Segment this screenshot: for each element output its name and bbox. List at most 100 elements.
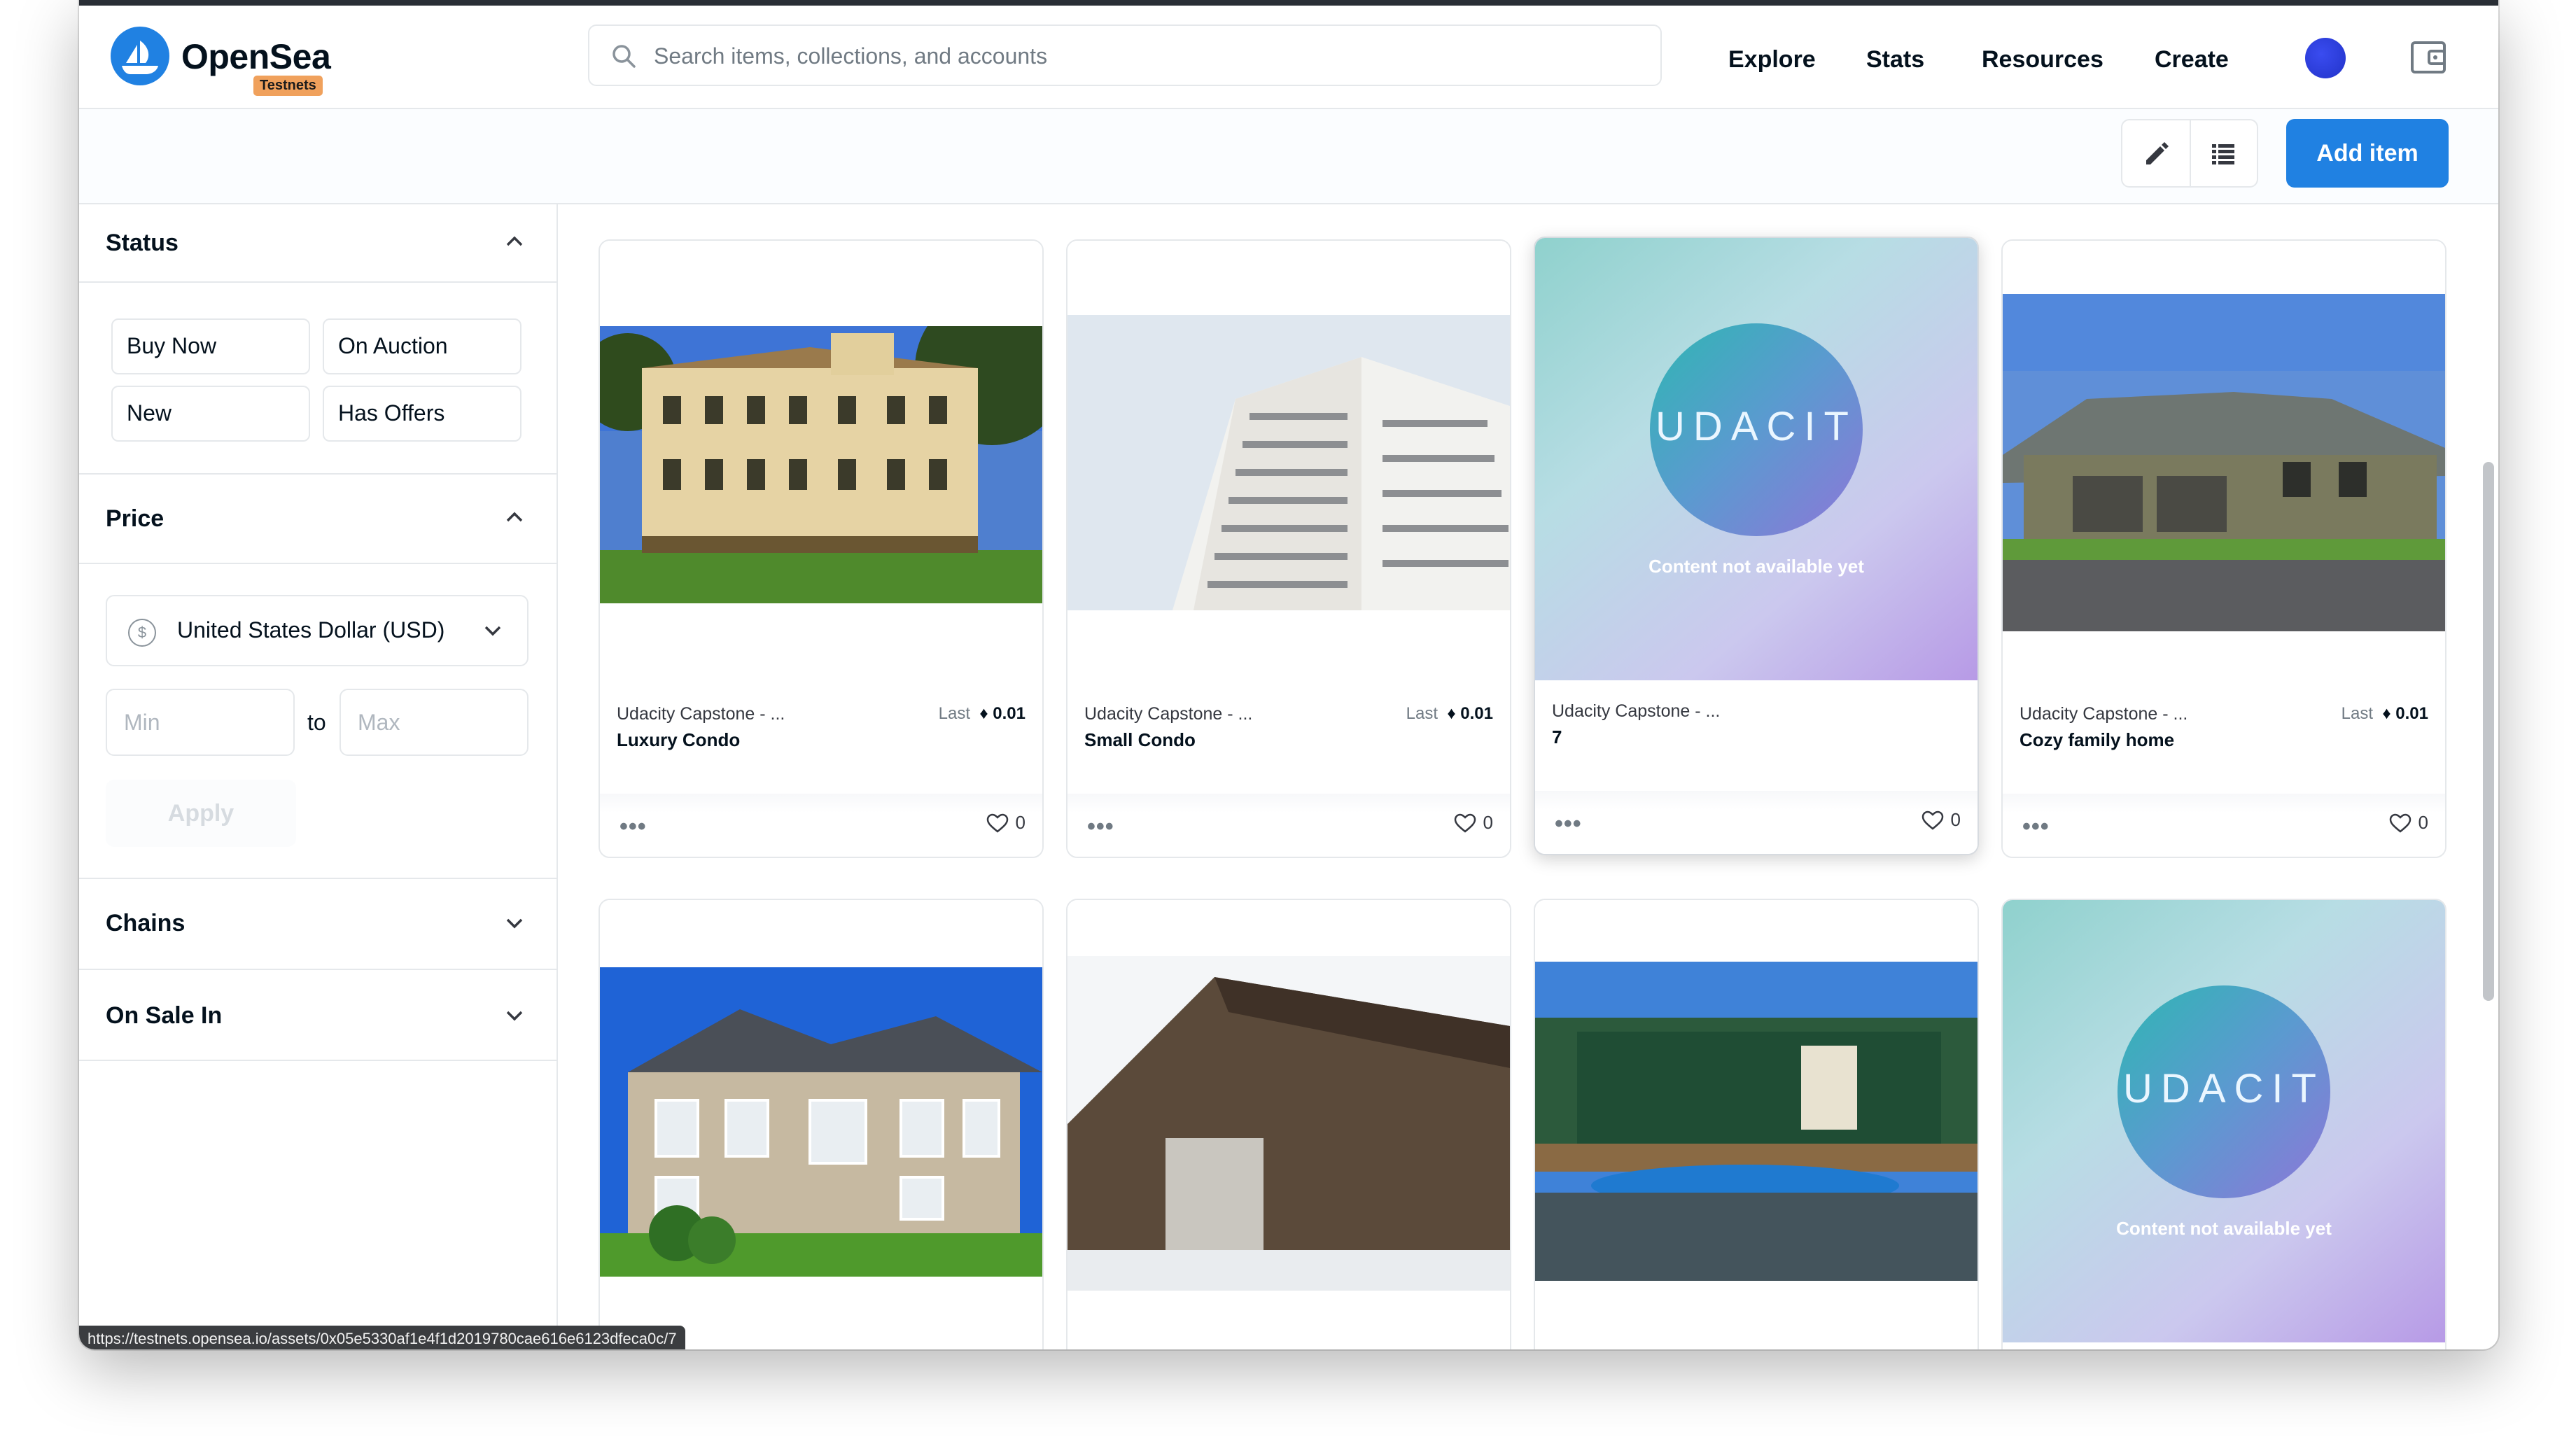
edit-button[interactable]	[2122, 120, 2191, 186]
testnets-badge: Testnets	[253, 76, 323, 96]
chains-section-header[interactable]: Chains	[79, 879, 556, 970]
wallet-icon[interactable]	[2410, 41, 2448, 79]
price-value: 0.01	[1460, 704, 1493, 723]
more-options-icon[interactable]: •••	[2022, 813, 2050, 841]
asset-card[interactable]	[1534, 899, 1979, 1349]
currency-label: United States Dollar (USD)	[177, 617, 445, 643]
chevron-up-icon	[506, 512, 523, 522]
udacity-logo-text: UDACIT	[2123, 1066, 2325, 1111]
price-to-label: to	[307, 710, 326, 735]
like-count: 0	[1950, 809, 1961, 830]
price-section-header[interactable]: Price	[79, 475, 556, 564]
asset-card[interactable]	[598, 899, 1044, 1349]
asset-card[interactable]: Udacity Capstone - ... Luxury Condo Last…	[598, 239, 1044, 858]
collection-toolbar: Add item	[79, 109, 2498, 204]
view-toggle-group	[2121, 119, 2258, 188]
price-value: 0.01	[2395, 704, 2428, 723]
window-top-strip	[79, 0, 2498, 6]
search-input[interactable]	[652, 26, 1635, 86]
content-unavailable-text: Content not available yet	[1648, 556, 1864, 577]
nav-resources[interactable]: Resources	[1982, 46, 2104, 73]
price-max-input[interactable]	[340, 689, 528, 756]
brand-name[interactable]: OpenSea	[181, 36, 331, 77]
card-footer: ••• 0	[600, 794, 1042, 857]
search-bar[interactable]	[588, 24, 1662, 86]
more-options-icon[interactable]: •••	[620, 813, 647, 841]
currency-select[interactable]: $ United States Dollar (USD)	[106, 595, 528, 666]
udacity-placeholder-image: UDACIT Content not available yet	[2003, 900, 2445, 1342]
navbar: OpenSea Testnets Explore Stats Resources…	[79, 6, 2498, 109]
collection-name[interactable]: Udacity Capstone - ...	[617, 704, 785, 724]
collection-name[interactable]: Udacity Capstone - ...	[1084, 704, 1252, 724]
status-has-offers[interactable]: Has Offers	[323, 386, 522, 442]
on-sale-in-section-header[interactable]: On Sale In	[79, 970, 556, 1061]
heart-icon	[1454, 813, 1476, 833]
favorite-button[interactable]: 0	[986, 812, 1026, 834]
chevron-up-icon	[506, 236, 523, 246]
last-label: Last	[938, 704, 971, 723]
more-options-icon[interactable]: •••	[1087, 813, 1114, 841]
last-label: Last	[2341, 704, 2374, 723]
browser-window: OpenSea Testnets Explore Stats Resources…	[79, 0, 2498, 1349]
udacity-logo-icon: UDACIT	[1650, 323, 1863, 536]
status-new[interactable]: New	[111, 386, 310, 442]
list-view-button[interactable]	[2190, 120, 2257, 186]
eth-icon: ♦	[1447, 704, 1456, 723]
price-min-input[interactable]	[106, 689, 295, 756]
heart-icon	[986, 813, 1008, 833]
asset-card[interactable]	[1066, 899, 1511, 1349]
opensea-logo-icon[interactable]	[111, 27, 169, 85]
search-icon	[612, 45, 636, 68]
cozy-family-home-image	[2003, 241, 2445, 683]
like-count: 0	[1015, 812, 1026, 833]
item-name: Luxury Condo	[617, 729, 741, 750]
house-blue-sky-image	[600, 900, 1042, 1342]
item-name: Small Condo	[1084, 729, 1196, 750]
favorite-button[interactable]: 0	[2389, 812, 2428, 834]
nav-explore[interactable]: Explore	[1728, 46, 1816, 73]
favorite-button[interactable]: 0	[1454, 812, 1493, 834]
chevron-down-icon	[484, 626, 501, 636]
collection-name[interactable]: Udacity Capstone - ...	[1552, 701, 1720, 722]
filter-sidebar: Status Buy Now On Auction New Has Offers…	[79, 204, 558, 1349]
apply-button[interactable]: Apply	[106, 780, 296, 847]
asset-card[interactable]: Udacity Capstone - ... Cozy family home …	[2001, 239, 2446, 858]
on-sale-in-title: On Sale In	[106, 1002, 223, 1029]
asset-card[interactable]: UDACIT Content not available yet	[2001, 899, 2446, 1349]
last-price: Last ♦ 0.01	[939, 704, 1026, 724]
eth-icon: ♦	[2382, 704, 2391, 723]
last-price: Last ♦ 0.01	[2342, 704, 2428, 724]
status-section-header[interactable]: Status	[79, 204, 556, 283]
card-footer: ••• 0	[1535, 791, 1977, 854]
item-name: 7	[1552, 726, 1562, 747]
last-label: Last	[1406, 704, 1438, 723]
more-options-icon[interactable]: •••	[1555, 810, 1582, 838]
status-on-auction[interactable]: On Auction	[323, 318, 522, 374]
heart-icon	[1921, 810, 1943, 830]
nav-stats[interactable]: Stats	[1866, 46, 1924, 73]
pencil-icon	[2146, 142, 2169, 164]
status-buy-now[interactable]: Buy Now	[111, 318, 310, 374]
asset-card[interactable]: UDACIT Content not available yet Udacity…	[1534, 237, 1979, 855]
page-scrollbar[interactable]	[2483, 462, 2494, 1001]
item-name: Cozy family home	[2019, 729, 2175, 750]
eth-icon: ♦	[979, 704, 988, 723]
collection-name[interactable]: Udacity Capstone - ...	[2019, 704, 2188, 724]
add-item-button[interactable]: Add item	[2286, 119, 2449, 188]
placeholder-art: UDACIT Content not available yet	[2003, 900, 2445, 1342]
like-count: 0	[1483, 812, 1493, 833]
chains-title: Chains	[106, 910, 186, 936]
link-status-bar: https://testnets.opensea.io/assets/0x05e…	[79, 1326, 685, 1349]
list-icon	[2212, 144, 2234, 164]
houseboat-image	[1535, 900, 1977, 1342]
udacity-logo-text: UDACIT	[1656, 404, 1857, 449]
like-count: 0	[2418, 812, 2428, 833]
profile-avatar[interactable]	[2305, 38, 2346, 78]
udacity-placeholder-image: UDACIT Content not available yet	[1535, 238, 1977, 680]
price-title: Price	[106, 505, 164, 532]
heart-icon	[2389, 813, 2411, 833]
nav-create[interactable]: Create	[2155, 46, 2229, 73]
favorite-button[interactable]: 0	[1921, 809, 1961, 831]
last-price: Last ♦ 0.01	[1406, 704, 1493, 724]
asset-card[interactable]: Udacity Capstone - ... Small Condo Last …	[1066, 239, 1511, 858]
